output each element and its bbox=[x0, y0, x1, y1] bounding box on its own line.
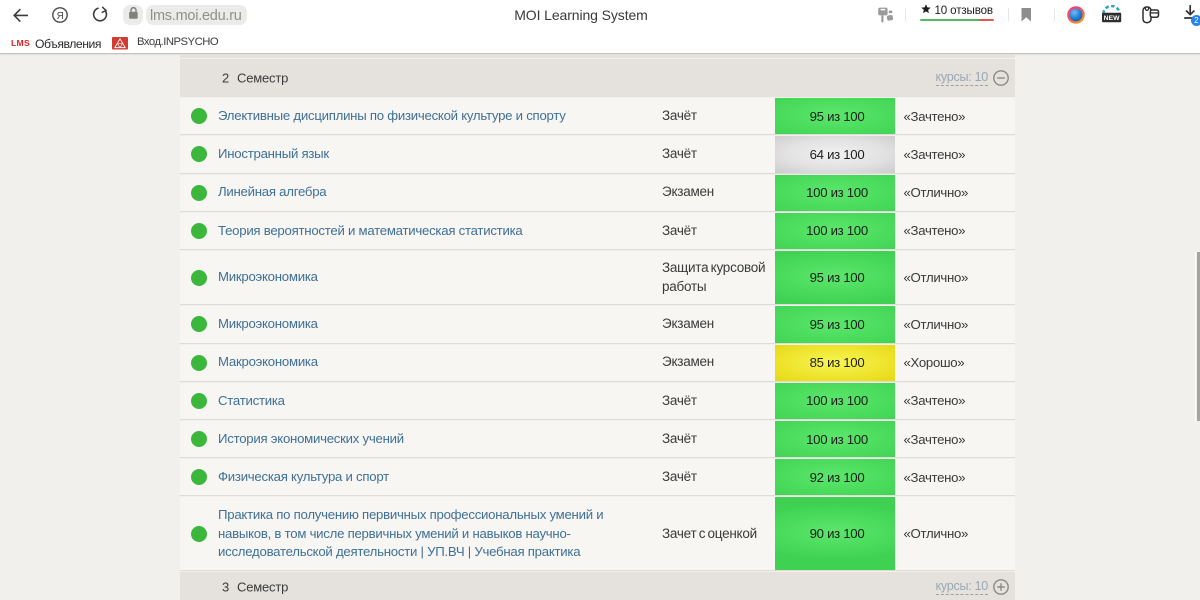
svg-text:Я: Я bbox=[57, 11, 64, 22]
svg-text:NEW: NEW bbox=[1103, 15, 1119, 22]
